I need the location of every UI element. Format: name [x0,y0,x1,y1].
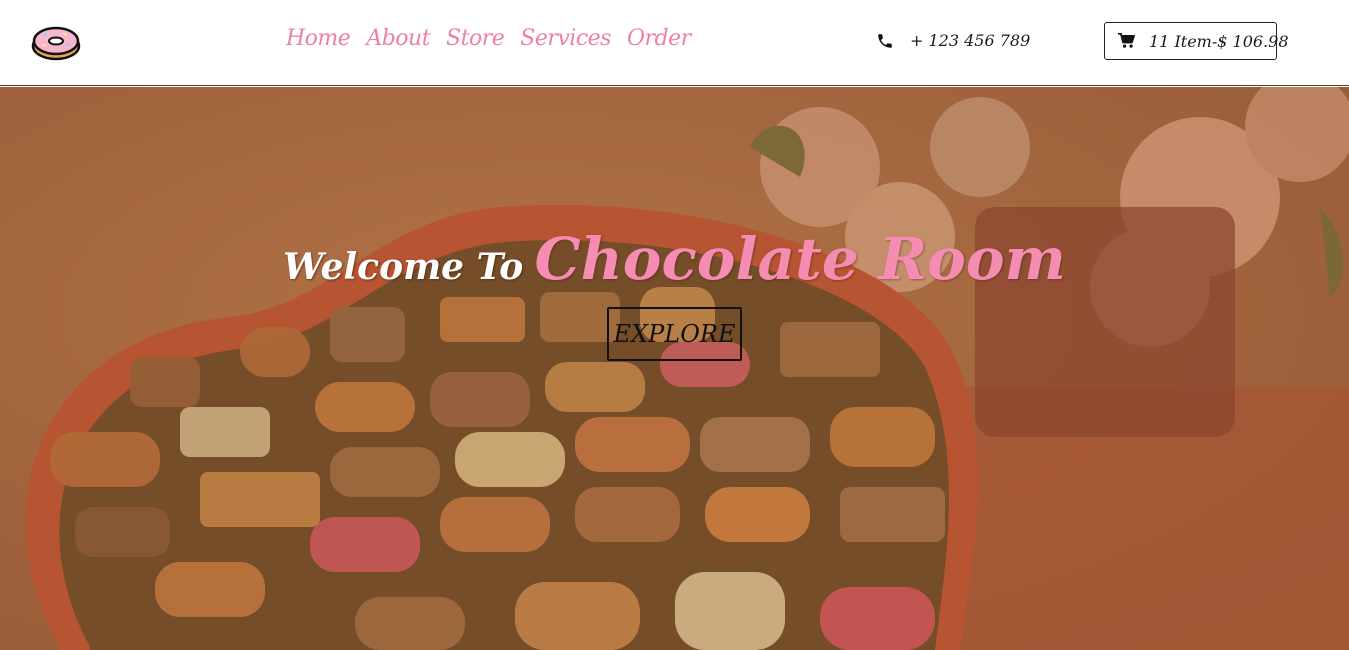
hero-title-brand: Chocolate Room [534,225,1066,293]
cart-button[interactable]: 11 Item-$ 106.98 [1104,22,1289,60]
nav-services-link[interactable]: Services [520,26,611,51]
site-header: Home About Store Services Order + 123 45… [0,0,1349,86]
nav-home-link[interactable]: Home [286,26,351,51]
hero-background-image [0,87,1349,650]
phone-contact[interactable]: + 123 456 789 [876,31,1030,50]
hero-title: Welcome To Chocolate Room [0,225,1349,293]
hero-section: Welcome To Chocolate Room EXPLORE [0,87,1349,650]
donut-icon[interactable] [30,22,82,62]
hero-title-lead: Welcome To [283,246,524,288]
nav-about-link[interactable]: About [366,26,430,51]
cart-summary: 11 Item-$ 106.98 [1149,31,1289,51]
nav-order-link[interactable]: Order [627,26,691,51]
nav-store-link[interactable]: Store [446,26,505,51]
cart-icon [1117,32,1135,49]
phone-number: + 123 456 789 [910,31,1031,50]
main-nav: Home About Store Services Order [286,26,691,51]
phone-icon [876,32,894,50]
explore-button[interactable]: EXPLORE [607,307,742,361]
